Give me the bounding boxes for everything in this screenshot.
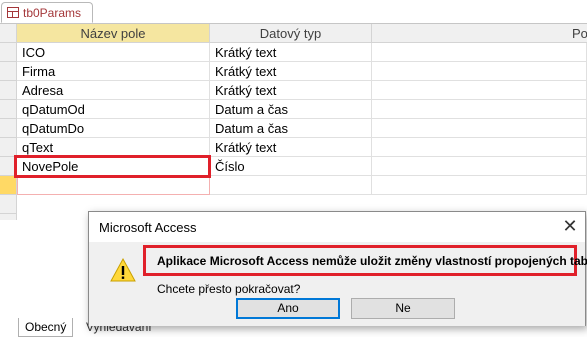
row-selector[interactable] [0,62,17,81]
data-type-cell[interactable]: Krátký text [210,81,372,100]
tab-general[interactable]: Obecný [18,318,74,337]
row-selector[interactable] [0,81,17,100]
column-header-description[interactable]: Popis [372,24,587,43]
field-name-cell[interactable]: ICO [17,43,210,62]
row-selector[interactable] [0,100,17,119]
document-tab-tb0params[interactable]: tb0Params [1,2,93,23]
corner-header [0,24,17,43]
yes-button[interactable]: Ano [236,298,340,319]
data-type-cell[interactable]: Krátký text [210,138,372,157]
description-cell[interactable] [372,138,587,157]
new-field-type-cell[interactable] [210,176,372,195]
new-field-description-cell[interactable] [372,176,587,195]
field-name-cell[interactable]: qDatumOd [17,100,210,119]
warning-icon [110,257,136,282]
table-icon [7,7,19,18]
no-button[interactable]: Ne [351,298,455,319]
data-type-cell[interactable]: Krátký text [210,62,372,81]
data-type-cell[interactable]: Datum a čas [210,100,372,119]
new-field-name-cell[interactable] [17,176,210,195]
field-name-cell[interactable]: Adresa [17,81,210,100]
field-name-cell[interactable]: qDatumDo [17,119,210,138]
description-cell[interactable] [372,157,587,176]
novepole-highlight [14,155,211,178]
message-dialog: Microsoft Access ✕ Aplikace Microsoft Ac… [88,211,587,326]
description-cell[interactable] [372,81,587,100]
current-row-selector[interactable] [0,176,17,195]
dialog-question: Chcete přesto pokračovat? [157,282,301,296]
column-header-data-type[interactable]: Datový typ [210,24,372,43]
data-type-cell[interactable]: Krátký text [210,43,372,62]
dialog-message: Aplikace Microsoft Access nemůže uložit … [157,254,587,268]
column-header-field-name[interactable]: Název pole [17,24,210,43]
document-tab-label: tb0Params [23,6,82,20]
field-name-cell[interactable]: Firma [17,62,210,81]
close-icon[interactable]: ✕ [555,212,585,240]
description-cell[interactable] [372,43,587,62]
description-cell[interactable] [372,62,587,81]
data-type-cell[interactable]: Číslo [210,157,372,176]
row-selector[interactable] [0,43,17,62]
description-cell[interactable] [372,119,587,138]
data-type-cell[interactable]: Datum a čas [210,119,372,138]
row-selector[interactable] [0,195,17,214]
row-selector[interactable] [0,119,17,138]
dialog-title: Microsoft Access [99,220,197,235]
description-cell[interactable] [372,100,587,119]
